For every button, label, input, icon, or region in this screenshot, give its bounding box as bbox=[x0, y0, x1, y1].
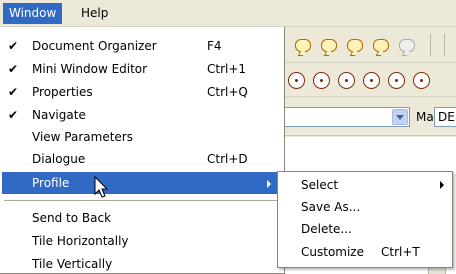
material-field[interactable]: DEFA bbox=[434, 107, 456, 127]
menu-window[interactable]: Window bbox=[3, 3, 63, 24]
check-icon: ✔ bbox=[8, 62, 19, 76]
menu-item-send-to-back[interactable]: Send to Back bbox=[2, 207, 283, 229]
submenu-item-label: Select bbox=[301, 178, 339, 192]
menu-item-shortcut: F4 bbox=[207, 39, 222, 53]
menu-item-profile[interactable]: Profile bbox=[2, 172, 283, 194]
profile-submenu: Select Save As... Delete... Customize Ct… bbox=[277, 171, 453, 268]
toolbar-separator bbox=[430, 34, 431, 56]
comment-edit-icon[interactable] bbox=[344, 34, 366, 56]
comment-icon[interactable] bbox=[292, 34, 314, 56]
menu-item-properties[interactable]: ✔ Properties Ctrl+Q bbox=[2, 81, 283, 103]
circle-concentric-icon[interactable] bbox=[385, 69, 407, 91]
menu-item-label: Profile bbox=[32, 176, 70, 190]
circle-three-point-icon[interactable] bbox=[410, 69, 432, 91]
check-icon: ✔ bbox=[8, 108, 19, 122]
menu-item-view-parameters[interactable]: View Parameters bbox=[2, 126, 283, 148]
menu-item-label: Tile Horizontally bbox=[32, 234, 129, 248]
comment-list-icon[interactable] bbox=[370, 34, 392, 56]
menu-item-label: Dialogue bbox=[32, 152, 86, 166]
menu-item-label: Tile Vertically bbox=[32, 257, 113, 271]
comment-toolbar bbox=[283, 28, 456, 63]
submenu-item-select[interactable]: Select bbox=[280, 174, 450, 196]
toolbar-separator bbox=[444, 34, 445, 56]
chevron-right-icon bbox=[267, 180, 271, 188]
menu-item-label: View Parameters bbox=[32, 130, 133, 144]
menu-item-mini-window-editor[interactable]: ✔ Mini Window Editor Ctrl+1 bbox=[2, 58, 283, 80]
submenu-item-customize[interactable]: Customize Ctrl+T bbox=[280, 241, 450, 263]
circle-toolbar bbox=[283, 64, 456, 97]
submenu-item-save-as[interactable]: Save As... bbox=[280, 196, 450, 218]
menu-item-label: Properties bbox=[32, 85, 93, 99]
circle-center-icon[interactable] bbox=[310, 69, 332, 91]
menu-item-label: Navigate bbox=[32, 108, 86, 122]
submenu-item-shortcut: Ctrl+T bbox=[381, 245, 420, 259]
circle-tangent-icon[interactable] bbox=[360, 69, 382, 91]
menu-item-label: Mini Window Editor bbox=[32, 62, 148, 76]
menu-help[interactable]: Help bbox=[75, 3, 114, 24]
menu-item-label: Send to Back bbox=[32, 211, 112, 225]
menu-item-shortcut: Ctrl+D bbox=[207, 152, 248, 166]
chevron-down-icon[interactable] bbox=[392, 109, 408, 125]
menu-item-navigate[interactable]: ✔ Navigate bbox=[2, 104, 283, 126]
circle-tool-icon[interactable] bbox=[285, 69, 307, 91]
submenu-item-label: Save As... bbox=[301, 200, 361, 214]
chevron-right-icon bbox=[440, 181, 444, 189]
menu-item-tile-horizontally[interactable]: Tile Horizontally bbox=[2, 230, 283, 252]
menubar: Window Help bbox=[0, 0, 456, 27]
check-icon: ✔ bbox=[8, 85, 19, 99]
menu-item-shortcut: Ctrl+1 bbox=[207, 62, 247, 76]
layer-combo[interactable] bbox=[283, 107, 410, 127]
menu-item-document-organizer[interactable]: ✔ Document Organizer F4 bbox=[2, 35, 283, 57]
window-menu: ✔ Document Organizer F4 ✔ Mini Window Ed… bbox=[0, 27, 285, 274]
submenu-item-delete[interactable]: Delete... bbox=[280, 218, 450, 240]
submenu-item-label: Delete... bbox=[301, 222, 352, 236]
mouse-pointer-icon bbox=[94, 176, 109, 198]
check-icon: ✔ bbox=[8, 39, 19, 53]
circle-radius-icon[interactable] bbox=[335, 69, 357, 91]
menu-separator bbox=[4, 200, 281, 201]
menu-item-shortcut: Ctrl+Q bbox=[207, 85, 248, 99]
menu-item-label: Document Organizer bbox=[32, 39, 157, 53]
comment-disabled-icon bbox=[396, 34, 418, 56]
submenu-item-label: Customize bbox=[301, 245, 364, 259]
menu-item-dialogue[interactable]: Dialogue Ctrl+D bbox=[2, 148, 283, 170]
comment-plus-icon[interactable] bbox=[318, 34, 340, 56]
menu-item-tile-vertically[interactable]: Tile Vertically bbox=[2, 253, 283, 274]
